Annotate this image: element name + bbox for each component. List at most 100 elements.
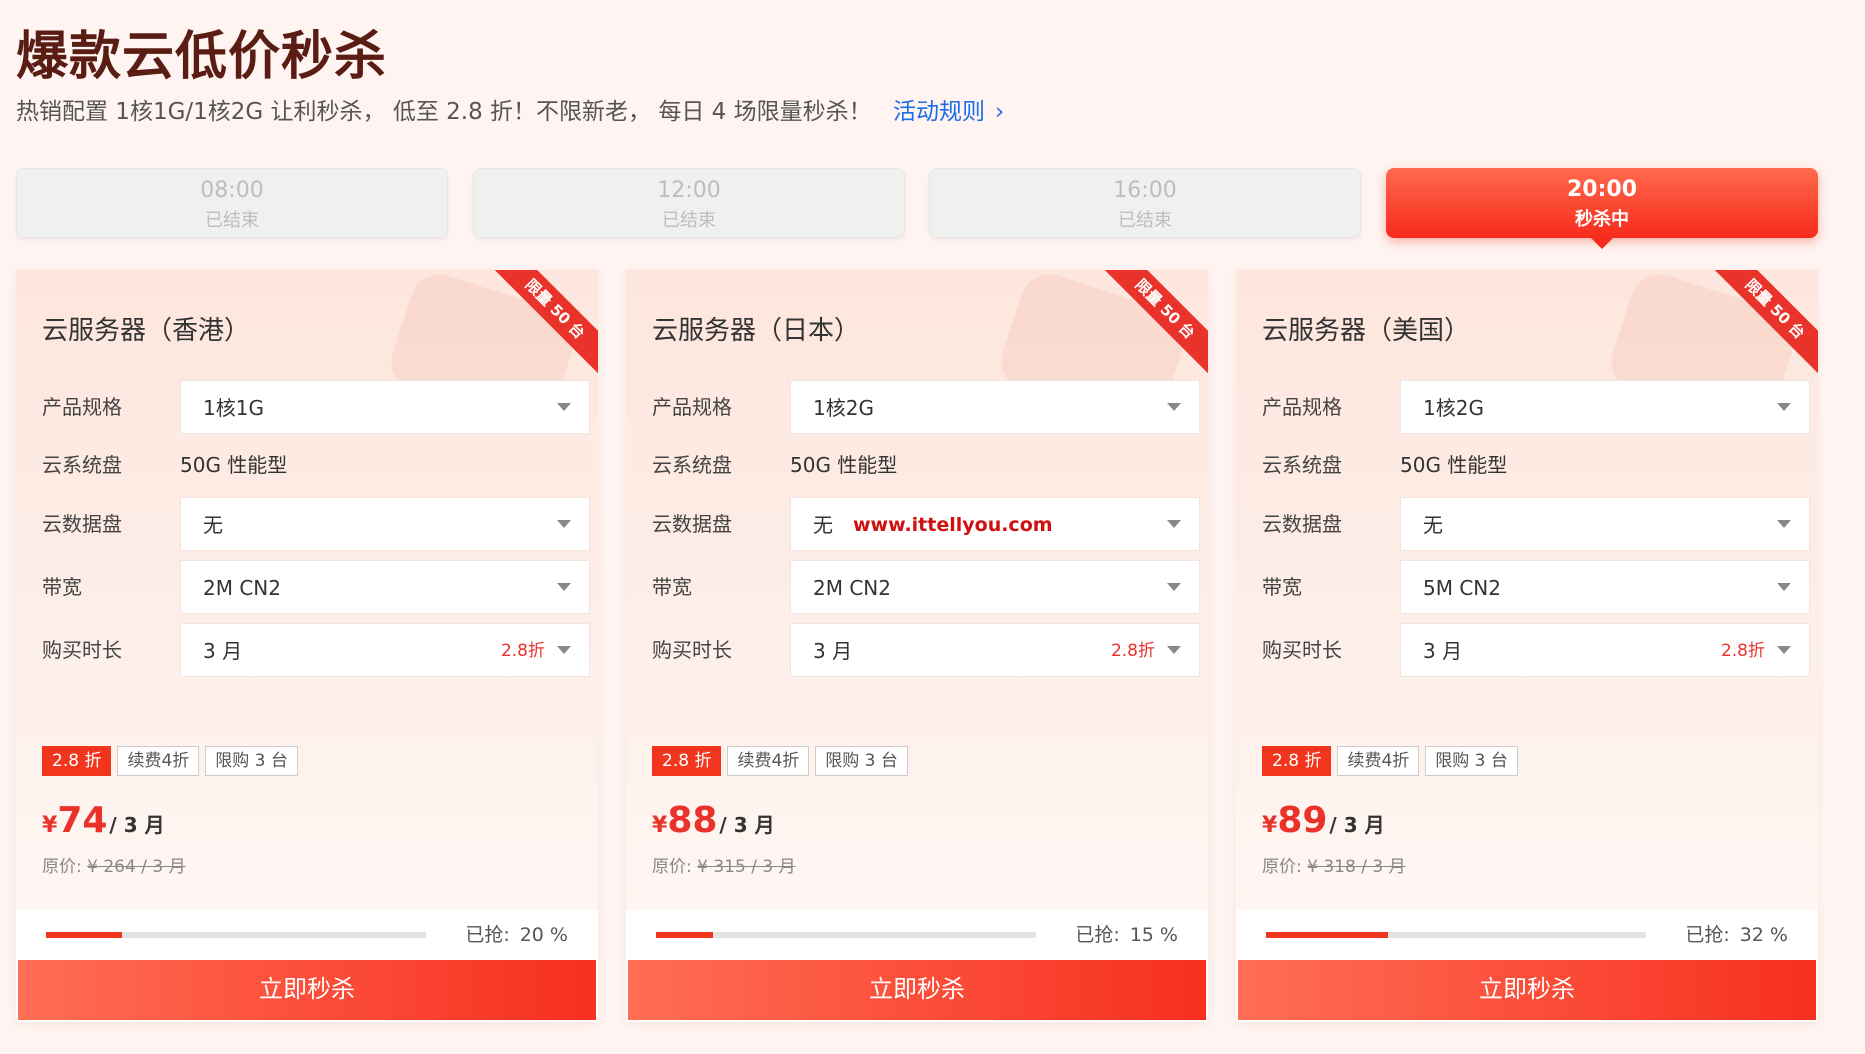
select-value: 5M CN2 [1423,576,1501,600]
price-period: / 3 月 [719,813,775,837]
spec-select[interactable]: 1核2G [790,380,1200,434]
caret-down-icon [1777,403,1791,411]
price-value: 88 [667,800,718,841]
data-disk-select[interactable]: 无 www.ittellyou.com [790,497,1200,551]
page-title: 爆款云低价秒杀 [16,27,388,87]
time-slot-2000-active[interactable]: 20:00 秒杀中 [1386,168,1818,249]
card-title: 云服务器（香港） [42,316,251,346]
spec-select[interactable]: 1核2G [1400,380,1810,434]
renewal-tag: 续费4折 [117,746,200,776]
row-label: 购买时长 [652,638,732,662]
subtitle-text: 热销配置 1核1G/1核2G 让利秒杀， 低至 2.8 折！不限新老， 每日 4… [16,99,872,125]
slot-time: 12:00 [657,178,721,203]
row-duration: 购买时长 3 月 2.8折 [1262,623,1810,677]
row-system-disk: 云系统盘 50G 性能型 [1262,438,1792,492]
row-bandwidth: 带宽 2M CN2 [652,560,1200,614]
row-label: 云系统盘 [652,453,732,477]
select-value: 1核2G [813,396,874,420]
row-label: 云数据盘 [652,512,732,536]
row-bandwidth: 带宽 5M CN2 [1262,560,1810,614]
row-duration: 购买时长 3 月 2.8折 [652,623,1200,677]
buy-now-button[interactable]: 立即秒杀 [628,960,1206,1020]
duration-discount: 2.8折 [1110,641,1155,661]
slot-time: 08:00 [200,178,264,203]
original-price: 原价: ¥ 318 / 3 月 [1262,852,1406,877]
row-label: 产品规格 [42,395,122,419]
slot-status: 已结束 [662,210,716,231]
row-spec: 产品规格 1核1G [42,380,590,434]
row-data-disk: 云数据盘 无 [42,497,590,551]
original-price-value: ¥ 315 / 3 月 [697,857,796,877]
grabbed-label: 已抢: [1685,924,1730,946]
sold-progress-fill [656,932,713,938]
row-label: 带宽 [42,575,82,599]
select-value: 无 [203,513,223,537]
time-slot-0800[interactable]: 08:00 已结束 [16,168,448,238]
product-card-hongkong: 限量 50 台 云服务器（香港） 产品规格 1核1G 云系统盘 50G 性能型 … [16,270,598,1022]
caret-down-icon [1777,646,1791,654]
activity-rules-link[interactable]: 活动规则 › [893,99,1004,125]
caret-down-icon [1777,520,1791,528]
bandwidth-select[interactable]: 2M CN2 [790,560,1200,614]
row-label: 云数据盘 [1262,512,1342,536]
grabbed-percent: 32 % [1739,924,1788,946]
caret-down-icon [1777,583,1791,591]
original-price: 原价: ¥ 264 / 3 月 [42,852,186,877]
card-title: 云服务器（日本） [652,316,861,346]
grabbed-percent: 15 % [1129,924,1178,946]
caret-down-icon [1167,583,1181,591]
row-label: 产品规格 [652,395,732,419]
discount-tag: 2.8 折 [42,746,112,776]
grabbed-label: 已抢: [1075,924,1120,946]
row-label: 带宽 [652,575,692,599]
time-slot-1600[interactable]: 16:00 已结束 [929,168,1361,238]
original-price-label: 原价: [1262,857,1302,877]
select-value: 3 月 [813,639,853,663]
slot-time: 16:00 [1113,178,1177,203]
renewal-tag: 续费4折 [1337,746,1420,776]
promo-tags: 2.8 折续费4折 限购 3 台 [1262,746,1524,778]
bandwidth-select[interactable]: 5M CN2 [1400,560,1810,614]
limit-ribbon-label: 限量 50 台 [484,270,598,380]
original-price-label: 原价: [652,857,692,877]
duration-select[interactable]: 3 月 2.8折 [790,623,1200,677]
row-label: 云系统盘 [1262,453,1342,477]
select-value: 无 [813,513,833,537]
bandwidth-select[interactable]: 2M CN2 [180,560,590,614]
sold-progress-bar [46,932,426,938]
slot-status: 秒杀中 [1575,209,1629,230]
grabbed-percent: 20 % [519,924,568,946]
row-duration: 购买时长 3 月 2.8折 [42,623,590,677]
grabbed-status: 已抢: 20 % [465,920,568,947]
chevron-right-icon: › [994,99,1005,125]
original-price: 原价: ¥ 315 / 3 月 [652,852,796,877]
row-label: 产品规格 [1262,395,1342,419]
watermark-text: www.ittellyou.com [853,514,1053,536]
limit-tag: 限购 3 台 [1425,746,1518,776]
product-card-usa: 限量 50 台 云服务器（美国） 产品规格 1核2G 云系统盘 50G 性能型 … [1236,270,1818,1022]
limit-tag: 限购 3 台 [815,746,908,776]
time-slot-1200[interactable]: 12:00 已结束 [473,168,905,238]
original-price-label: 原价: [42,857,82,877]
caret-down-icon [1167,403,1181,411]
select-value: 3 月 [1423,639,1463,663]
slot-status: 已结束 [1118,210,1172,231]
buy-now-button[interactable]: 立即秒杀 [18,960,596,1020]
system-disk-value: 50G 性能型 [1400,453,1508,477]
data-disk-select[interactable]: 无 [1400,497,1810,551]
spec-select[interactable]: 1核1G [180,380,590,434]
duration-select[interactable]: 3 月 2.8折 [180,623,590,677]
limit-ribbon: 限量 50 台 [1702,270,1818,384]
row-label: 带宽 [1262,575,1302,599]
caret-down-icon [557,583,571,591]
price: ¥74/ 3 月 [42,800,165,841]
buy-now-button[interactable]: 立即秒杀 [1238,960,1816,1020]
price: ¥89/ 3 月 [1262,800,1385,841]
renewal-tag: 续费4折 [727,746,810,776]
currency-symbol: ¥ [1262,813,1278,838]
row-label: 云数据盘 [42,512,122,536]
caret-down-icon [557,646,571,654]
row-label: 购买时长 [42,638,122,662]
data-disk-select[interactable]: 无 [180,497,590,551]
duration-select[interactable]: 3 月 2.8折 [1400,623,1810,677]
